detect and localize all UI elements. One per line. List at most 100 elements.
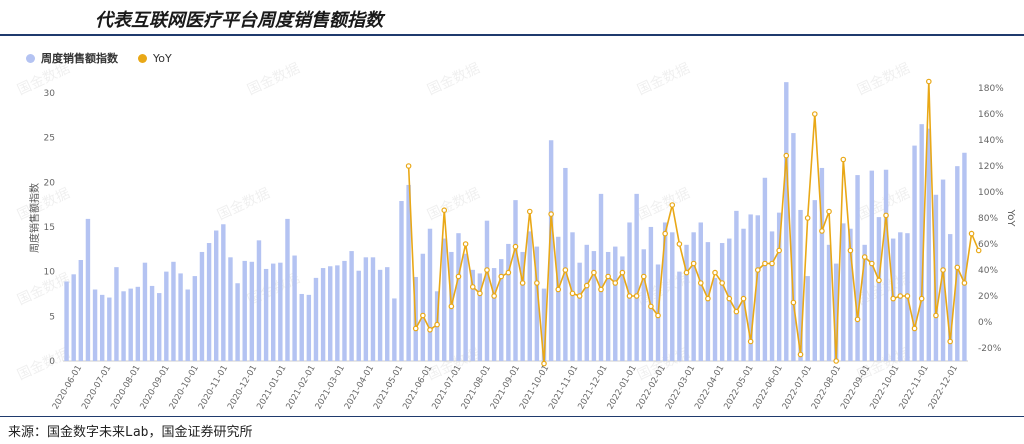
- bar: [791, 133, 796, 361]
- y2-tick-label: -20%: [978, 344, 1002, 354]
- bar: [356, 270, 361, 361]
- bar: [570, 232, 575, 361]
- bar: [392, 298, 397, 361]
- bar: [342, 260, 347, 361]
- x-tick-label: 2022-11-01: [897, 364, 930, 412]
- yoy-point: [526, 208, 533, 215]
- yoy-point: [712, 269, 718, 276]
- bar: [769, 231, 775, 361]
- bar: [107, 297, 112, 361]
- yoy-point: [847, 247, 854, 254]
- bar: [506, 243, 511, 361]
- yoy-point: [583, 282, 590, 289]
- x-tick-label: 2020-07-01: [80, 364, 113, 412]
- yoy-point: [519, 280, 526, 286]
- bar: [335, 265, 340, 361]
- yoy-point: [448, 303, 455, 310]
- bar: [876, 217, 882, 361]
- watermark: 国金数据: [855, 60, 913, 98]
- yoy-point: [719, 280, 725, 286]
- x-tick-label: 2022-06-01: [751, 364, 784, 412]
- yoy-point: [690, 260, 697, 267]
- bar: [741, 228, 746, 361]
- bar: [192, 276, 198, 361]
- x-tick-label: 2020-11-01: [197, 364, 230, 412]
- yoy-point: [854, 316, 861, 323]
- yoy-point: [505, 269, 512, 276]
- bar: [242, 260, 247, 361]
- watermark: 国金数据: [15, 185, 73, 223]
- y2-axis-title: YoY: [1005, 208, 1016, 227]
- bar: [677, 271, 682, 361]
- yoy-point: [769, 260, 775, 267]
- bar: [221, 224, 226, 361]
- bar: [926, 128, 932, 361]
- bar: [99, 294, 105, 361]
- bar: [691, 232, 696, 361]
- yoy-point: [933, 312, 939, 319]
- bar: [377, 269, 383, 361]
- yoy-point: [697, 280, 704, 286]
- yoy-point: [954, 264, 961, 271]
- x-tick-label: 2022-12-01: [927, 364, 960, 412]
- y2-tick-label: 20%: [978, 292, 998, 302]
- bar: [527, 231, 532, 361]
- yoy-point: [876, 277, 882, 284]
- bar: [719, 243, 725, 361]
- bar: [306, 294, 312, 361]
- bar: [370, 257, 376, 361]
- yoy-point: [754, 267, 761, 273]
- x-tick-label: 2022-05-01: [722, 364, 755, 412]
- bar: [299, 293, 304, 361]
- y-axis-title: 周度销售额指数: [28, 183, 41, 253]
- bar: [712, 277, 718, 361]
- yoy-point: [420, 312, 426, 319]
- y2-tick-label: 140%: [978, 136, 1004, 146]
- y-tick-label: 10: [44, 268, 56, 278]
- x-tick-label: 2021-02-01: [284, 364, 317, 412]
- bar: [577, 262, 582, 361]
- x-tick-label: 2020-08-01: [109, 364, 142, 412]
- bar: [206, 243, 212, 361]
- bar: [292, 255, 297, 361]
- bar: [235, 283, 240, 361]
- yoy-point: [591, 269, 597, 276]
- bar: [584, 244, 589, 361]
- yoy-point: [918, 295, 925, 302]
- watermark: 国金数据: [425, 60, 483, 98]
- yoy-point: [576, 293, 583, 299]
- bar: [641, 249, 646, 361]
- bar: [605, 251, 611, 361]
- bar: [805, 276, 810, 361]
- bar: [812, 200, 818, 361]
- yoy-point: [633, 293, 640, 299]
- yoy-point: [569, 290, 576, 297]
- source-note: 来源：国金数字未来Lab，国金证券研究所: [8, 425, 253, 440]
- yoy-point: [819, 228, 825, 234]
- bar: [420, 253, 426, 361]
- yoy-point: [840, 156, 847, 163]
- yoy-point: [477, 290, 483, 297]
- yoy-point: [619, 269, 626, 276]
- bar: [463, 253, 468, 361]
- x-tick-label: 2022-08-01: [810, 364, 843, 412]
- bar: [285, 218, 290, 361]
- watermark: 国金数据: [855, 185, 913, 223]
- yoy-point: [733, 308, 740, 315]
- x-tick-label: 2020-06-01: [51, 364, 84, 412]
- bar: [385, 267, 390, 361]
- bar: [513, 200, 518, 361]
- x-tick-label: 2020-12-01: [226, 364, 259, 412]
- bar: [320, 268, 326, 361]
- watermark: 国金数据: [635, 185, 693, 223]
- bar: [491, 268, 497, 361]
- bar: [363, 257, 369, 361]
- yoy-point: [548, 211, 554, 217]
- yoy-point: [804, 215, 811, 221]
- yoy-point: [890, 295, 896, 302]
- yoy-point: [762, 260, 768, 267]
- yoy-point: [883, 212, 889, 219]
- y2-tick-label: 0%: [978, 318, 993, 328]
- bar: [705, 242, 711, 361]
- bar: [563, 167, 568, 361]
